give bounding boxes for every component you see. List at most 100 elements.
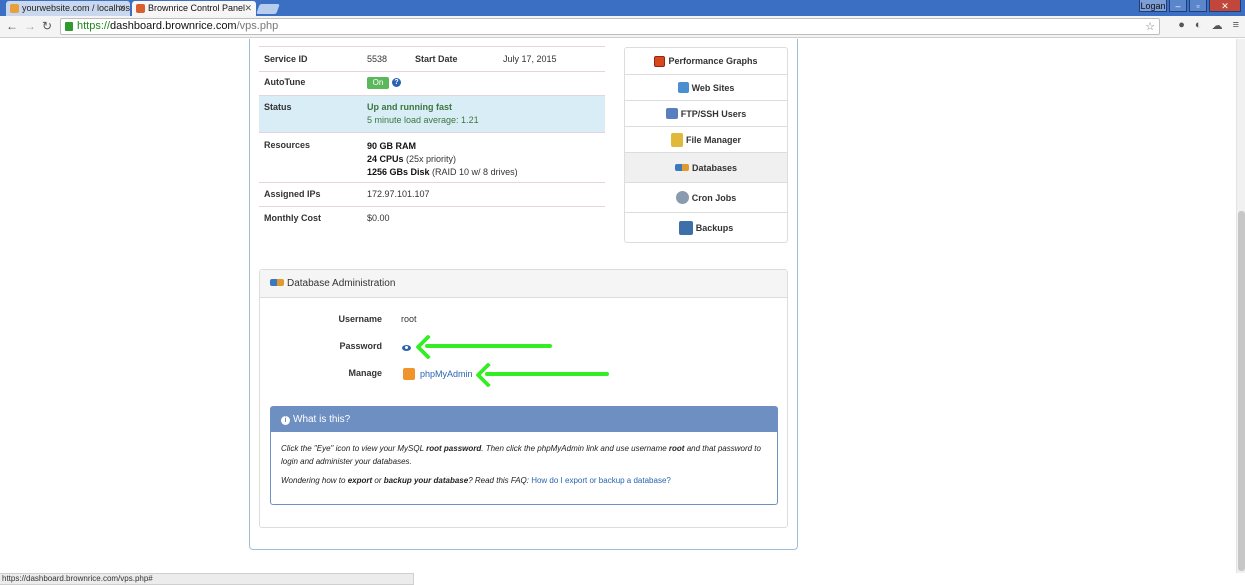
brownrice-favicon-icon (136, 4, 145, 13)
sidebar-item-performance-graphs[interactable]: Performance Graphs (625, 48, 787, 74)
assigned-ips-label: Assigned IPs (259, 182, 362, 207)
text-run: Wondering how to (281, 476, 348, 485)
phpmyadmin-link[interactable]: phpMyAdmin (403, 368, 473, 380)
info-icon: i (281, 416, 290, 425)
text-run: Click the "Eye" icon to view your MySQL (281, 444, 427, 453)
table-row: AutoTune On? (259, 71, 605, 96)
tab-title: Brownrice Control Panel (148, 3, 246, 13)
address-bar[interactable]: https://dashboard.brownrice.com/vps.php … (60, 18, 1160, 35)
cpus-value: 24 CPUs (367, 154, 404, 164)
status-cell: Up and running fast 5 minute load averag… (362, 95, 605, 133)
what-is-this-box: i What is this? Click the "Eye" icon to v… (270, 406, 778, 505)
browser-toolbar: ← → ↻ https://dashboard.brownrice.com/vp… (0, 16, 1245, 38)
sidebar-item-label: Web Sites (691, 82, 735, 93)
extension-icon[interactable]: ☁ (1212, 19, 1223, 32)
service-info-table: Service ID 5538 Start Date July 17, 2015 A… (259, 46, 605, 232)
extension-icon[interactable]: ◐ (1195, 19, 1202, 32)
database-admin-panel: Database Administration Username root Pa… (259, 269, 788, 528)
service-id-value: 5538 (367, 54, 388, 64)
instructions-paragraph: Click the "Eye" icon to view your MySQL … (281, 442, 767, 468)
close-window-button[interactable]: ✕ (1209, 0, 1241, 12)
tab-title: yourwebsite.com / localhost (22, 3, 130, 13)
resources-label: Resources (259, 132, 362, 183)
phpmyadmin-link-text: phpMyAdmin (420, 369, 473, 379)
bookmark-star-icon[interactable]: ☆ (1145, 20, 1155, 35)
browser-tab-bar: yourwebsite.com / localhost ✕ Brownrice … (0, 0, 1245, 16)
text-run: . Then click the phpMyAdmin link and use… (481, 444, 669, 453)
text-run: ? Read this FAQ: (468, 476, 532, 485)
resources-cell: 90 GB RAM 24 CPUs (25x priority) 1256 GB… (362, 132, 605, 183)
url-scheme: https:// (77, 20, 111, 32)
sidebar-item-backups[interactable]: Backups (625, 212, 787, 242)
users-icon (665, 108, 678, 119)
show-password-eye-icon[interactable] (402, 343, 411, 353)
sidebar-item-cron-jobs[interactable]: Cron Jobs (625, 182, 787, 212)
table-row: Service ID 5538 Start Date July 17, 2015 (259, 46, 605, 72)
phpmyadmin-favicon-icon (10, 4, 19, 13)
autotune-cell: On? (362, 71, 605, 96)
sidebar-item-label: Backups (695, 222, 734, 233)
menu-icon[interactable]: ≡ (1233, 19, 1239, 32)
start-date-value: July 17, 2015 (503, 54, 557, 64)
service-id-cell: 5538 Start Date July 17, 2015 (362, 46, 605, 72)
table-row: Assigned IPs 172.97.101.107 (259, 182, 605, 207)
web-sites-icon (677, 82, 689, 93)
username-row: Username root (260, 314, 788, 328)
table-row: Monthly Cost $0.00 (259, 207, 605, 232)
autotune-toggle[interactable]: On (367, 77, 389, 89)
close-tab-icon[interactable]: ✕ (244, 1, 252, 15)
window-controls: Logan – ▫ ✕ (1139, 0, 1241, 13)
disk-note: (RAID 10 w/ 8 drives) (429, 167, 518, 177)
backup-icon (678, 220, 693, 235)
browser-tab-phpmyadmin[interactable]: yourwebsite.com / localhost ✕ (6, 1, 130, 16)
monthly-cost-value: $0.00 (367, 213, 390, 223)
sidebar-item-ftp-ssh-users[interactable]: FTP/SSH Users (625, 100, 787, 126)
minimize-button[interactable]: – (1169, 0, 1187, 12)
forward-arrow-icon[interactable]: → (24, 19, 36, 33)
monthly-cost-label: Monthly Cost (264, 213, 321, 223)
sidebar-item-label: File Manager (685, 134, 741, 145)
text-run-bold: export (347, 476, 373, 485)
text-run-bold: backup your database (383, 476, 469, 485)
ram-value: 90 GB RAM (367, 141, 417, 151)
profile-button[interactable]: Logan (1139, 0, 1167, 12)
annotation-arrow (485, 372, 609, 376)
status-title: Up and running fast (367, 102, 452, 112)
phpmyadmin-logo-icon (403, 368, 415, 380)
faq-paragraph: Wondering how to export or backup your d… (281, 474, 767, 487)
disk-value: 1256 GBs Disk (367, 167, 430, 177)
sidebar-item-label: Performance Graphs (668, 56, 758, 66)
status-load-average: 5 minute load average: 1.21 (367, 115, 479, 125)
reload-icon[interactable]: ↻ (42, 19, 52, 33)
back-arrow-icon[interactable]: ← (6, 19, 18, 33)
autotune-label: AutoTune (259, 71, 362, 96)
sidebar-item-label: Databases (691, 162, 738, 173)
what-is-this-title: What is this? (293, 414, 351, 425)
lock-icon (65, 22, 73, 31)
extension-icon[interactable]: ● (1178, 19, 1185, 32)
new-tab-button[interactable] (256, 4, 280, 14)
file-manager-icon (670, 132, 683, 147)
service-id-label: Service ID (259, 46, 362, 72)
panel-title: Database Administration (287, 278, 396, 289)
extension-icons: ● ◐ ☁ ≡ (1178, 19, 1239, 32)
maximize-button[interactable]: ▫ (1189, 0, 1207, 12)
sidebar-item-web-sites[interactable]: Web Sites (625, 74, 787, 100)
text-run: or (372, 476, 384, 485)
database-icon (674, 164, 689, 171)
sidebar-item-databases[interactable]: Databases (625, 152, 787, 182)
scrollbar-thumb[interactable] (1238, 211, 1245, 571)
url-path: /vps.php (236, 20, 279, 32)
page-scrollbar[interactable] (1236, 39, 1245, 573)
what-is-this-heading: i What is this? (271, 407, 777, 432)
browser-status-bar: https://dashboard.brownrice.com/vps.php# (0, 573, 414, 585)
close-tab-icon[interactable]: ✕ (118, 1, 126, 15)
sidebar-item-file-manager[interactable]: File Manager (625, 126, 787, 152)
table-row: Status Up and running fast 5 minute load… (259, 95, 605, 133)
faq-link[interactable]: How do I export or backup a database? (531, 476, 671, 485)
performance-graph-icon (654, 55, 666, 67)
browser-tab-brownrice[interactable]: Brownrice Control Panel ✕ (132, 1, 256, 16)
cron-icon (675, 191, 689, 204)
question-mark-icon[interactable]: ? (392, 78, 401, 87)
username-label: Username (338, 314, 382, 324)
